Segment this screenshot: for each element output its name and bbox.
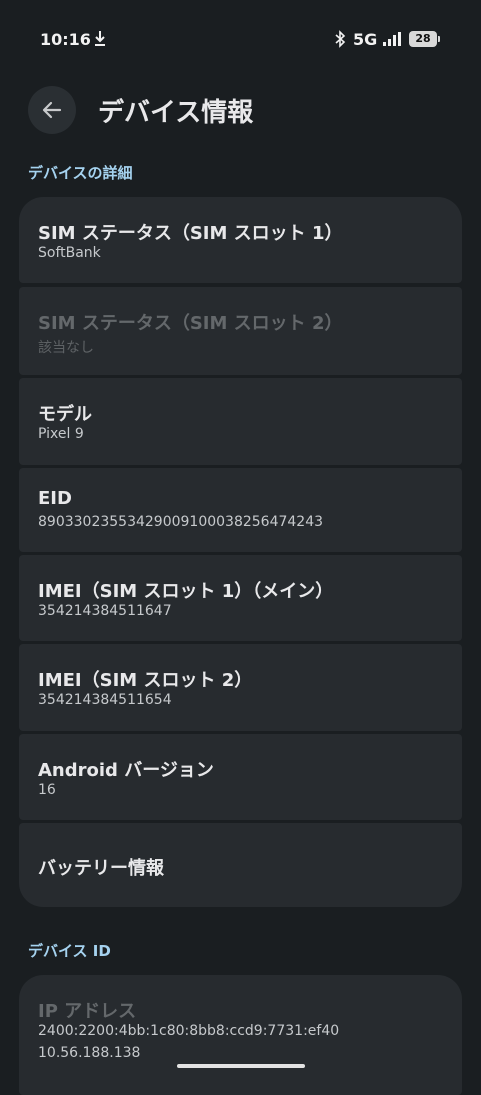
- section-label-device-id: デバイス ID: [28, 942, 111, 960]
- battery-info-item[interactable]: バッテリー情報: [19, 823, 462, 907]
- item-subtitle: 16: [38, 782, 56, 798]
- bluetooth-icon: [335, 30, 346, 48]
- item-title: IMEI（SIM スロット 2）: [38, 670, 253, 691]
- download-icon: [95, 31, 105, 46]
- status-time: 10:16: [40, 30, 91, 49]
- back-arrow-icon: [42, 101, 62, 119]
- item-title: SIM ステータス（SIM スロット 1）: [38, 223, 343, 244]
- page-title: デバイス情報: [98, 98, 254, 128]
- back-button[interactable]: [28, 86, 76, 134]
- battery-tip: [438, 36, 440, 42]
- model-item[interactable]: モデル Pixel 9: [19, 378, 462, 465]
- item-subtitle: SoftBank: [38, 245, 101, 261]
- battery-icon: 28: [409, 31, 437, 47]
- item-title: SIM ステータス（SIM スロット 2）: [38, 313, 343, 334]
- item-title: EID: [38, 488, 72, 509]
- item-subtitle: 該当なし: [38, 340, 94, 356]
- item-subtitle: 89033023553429009100038256474243: [38, 514, 324, 530]
- item-title: Android バージョン: [38, 760, 214, 781]
- ip-address-item: IP アドレス 2400:2200:4bb:1c80:8bb8:ccd9:773…: [19, 975, 462, 1095]
- item-subtitle: 354214384511647: [38, 603, 172, 619]
- android-version-item[interactable]: Android バージョン 16: [19, 734, 462, 820]
- battery-level: 28: [415, 32, 431, 45]
- status-bar: 10:16 5G 28: [0, 0, 481, 78]
- sim-status-slot1-item[interactable]: SIM ステータス（SIM スロット 1） SoftBank: [19, 197, 462, 283]
- item-title: バッテリー情報: [38, 858, 164, 879]
- network-type: 5G: [353, 30, 378, 49]
- item-subtitle: 354214384511654: [38, 692, 172, 708]
- item-title: IP アドレス: [38, 1001, 137, 1022]
- item-subtitle: Pixel 9: [38, 426, 84, 442]
- imei-slot1-item[interactable]: IMEI（SIM スロット 1）（メイン） 354214384511647: [19, 555, 462, 641]
- gesture-nav-handle[interactable]: [177, 1064, 305, 1068]
- ipv4-address: 10.56.188.138: [38, 1045, 141, 1061]
- eid-item[interactable]: EID 89033023553429009100038256474243: [19, 468, 462, 552]
- ipv6-address: 2400:2200:4bb:1c80:8bb8:ccd9:7731:ef40: [38, 1023, 340, 1039]
- section-label-device-details: デバイスの詳細: [28, 164, 133, 182]
- signal-icon: [383, 32, 401, 46]
- sim-status-slot2-item: SIM ステータス（SIM スロット 2） 該当なし: [19, 287, 462, 375]
- item-title: モデル: [38, 404, 92, 425]
- item-title: IMEI（SIM スロット 1）（メイン）: [38, 581, 334, 602]
- imei-slot2-item[interactable]: IMEI（SIM スロット 2） 354214384511654: [19, 644, 462, 731]
